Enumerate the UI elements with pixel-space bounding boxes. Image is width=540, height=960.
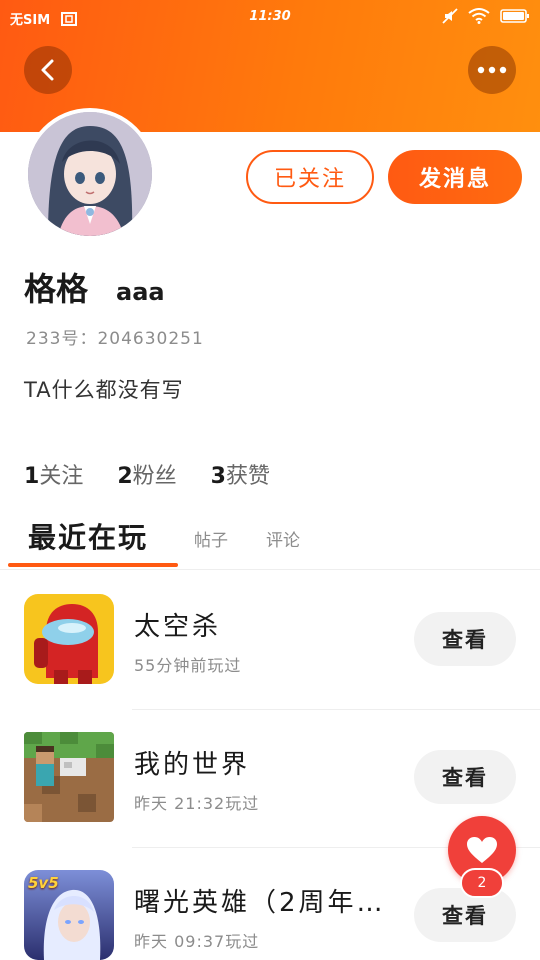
- wifi-icon: [468, 8, 490, 24]
- more-horizontal-icon: [477, 66, 507, 74]
- view-game-button[interactable]: 查看: [414, 612, 516, 666]
- view-game-button[interactable]: 查看: [414, 888, 516, 942]
- user-nickname: aaa: [116, 278, 165, 306]
- following-count: 1: [24, 464, 40, 489]
- user-avatar[interactable]: [24, 108, 156, 240]
- minecraft-game-icon: [24, 732, 114, 822]
- heart-icon: [467, 837, 497, 863]
- tab-posts[interactable]: 帖子: [194, 526, 228, 551]
- view-game-button[interactable]: 查看: [414, 750, 516, 804]
- tab-recently-played[interactable]: 最近在玩: [28, 516, 148, 556]
- among-us-game-icon: [24, 594, 114, 684]
- game-last-played: 昨天 21:32玩过: [134, 794, 260, 813]
- fans-label: 粉丝: [132, 464, 177, 489]
- user-bio: TA什么都没有写: [24, 378, 184, 402]
- game-icon-badge: 5v5: [28, 874, 59, 892]
- anime-girl-avatar-illustration: [28, 112, 152, 236]
- back-button[interactable]: [24, 46, 72, 94]
- silent-icon: [442, 8, 458, 24]
- like-count-badge: 2: [460, 868, 504, 898]
- avatar-image: [28, 112, 152, 236]
- fans-count: 2: [117, 464, 133, 489]
- profile-tabs: 最近在玩 帖子 评论: [0, 514, 540, 570]
- status-bar: 无SIM 11:30: [0, 0, 540, 36]
- game-name: 太空杀: [134, 612, 222, 642]
- chevron-left-icon: [41, 59, 54, 81]
- likes-count: 3: [210, 464, 226, 489]
- more-options-button[interactable]: [468, 46, 516, 94]
- stat-likes[interactable]: 3获赞: [211, 458, 270, 490]
- game-last-played: 昨天 09:37玩过: [134, 932, 260, 951]
- tab-comments[interactable]: 评论: [266, 526, 300, 551]
- game-name: 曙光英雄（2周年…: [134, 888, 386, 918]
- stat-fans[interactable]: 2粉丝: [117, 458, 176, 490]
- game-name: 我的世界: [134, 750, 251, 780]
- user-stats: 1关注 2粉丝 3获赞: [24, 458, 270, 490]
- battery-icon: [500, 9, 529, 23]
- name-row: 格格 aaa: [24, 264, 165, 310]
- following-label: 关注: [39, 464, 84, 489]
- game-last-played: 55分钟前玩过: [134, 656, 242, 675]
- dawn-heroes-game-icon: 5v5: [24, 870, 114, 960]
- send-message-button[interactable]: 发消息: [388, 150, 522, 204]
- following-button[interactable]: 已关注: [246, 150, 374, 204]
- user-name: 格格: [24, 270, 89, 308]
- likes-label: 获赞: [225, 464, 270, 489]
- game-list-item[interactable]: 太空杀 55分钟前玩过 查看: [0, 572, 540, 710]
- user-id[interactable]: 233号：204630251: [26, 324, 204, 349]
- status-right: [442, 8, 530, 24]
- active-tab-indicator: [8, 563, 178, 567]
- stat-following[interactable]: 1关注: [24, 458, 83, 490]
